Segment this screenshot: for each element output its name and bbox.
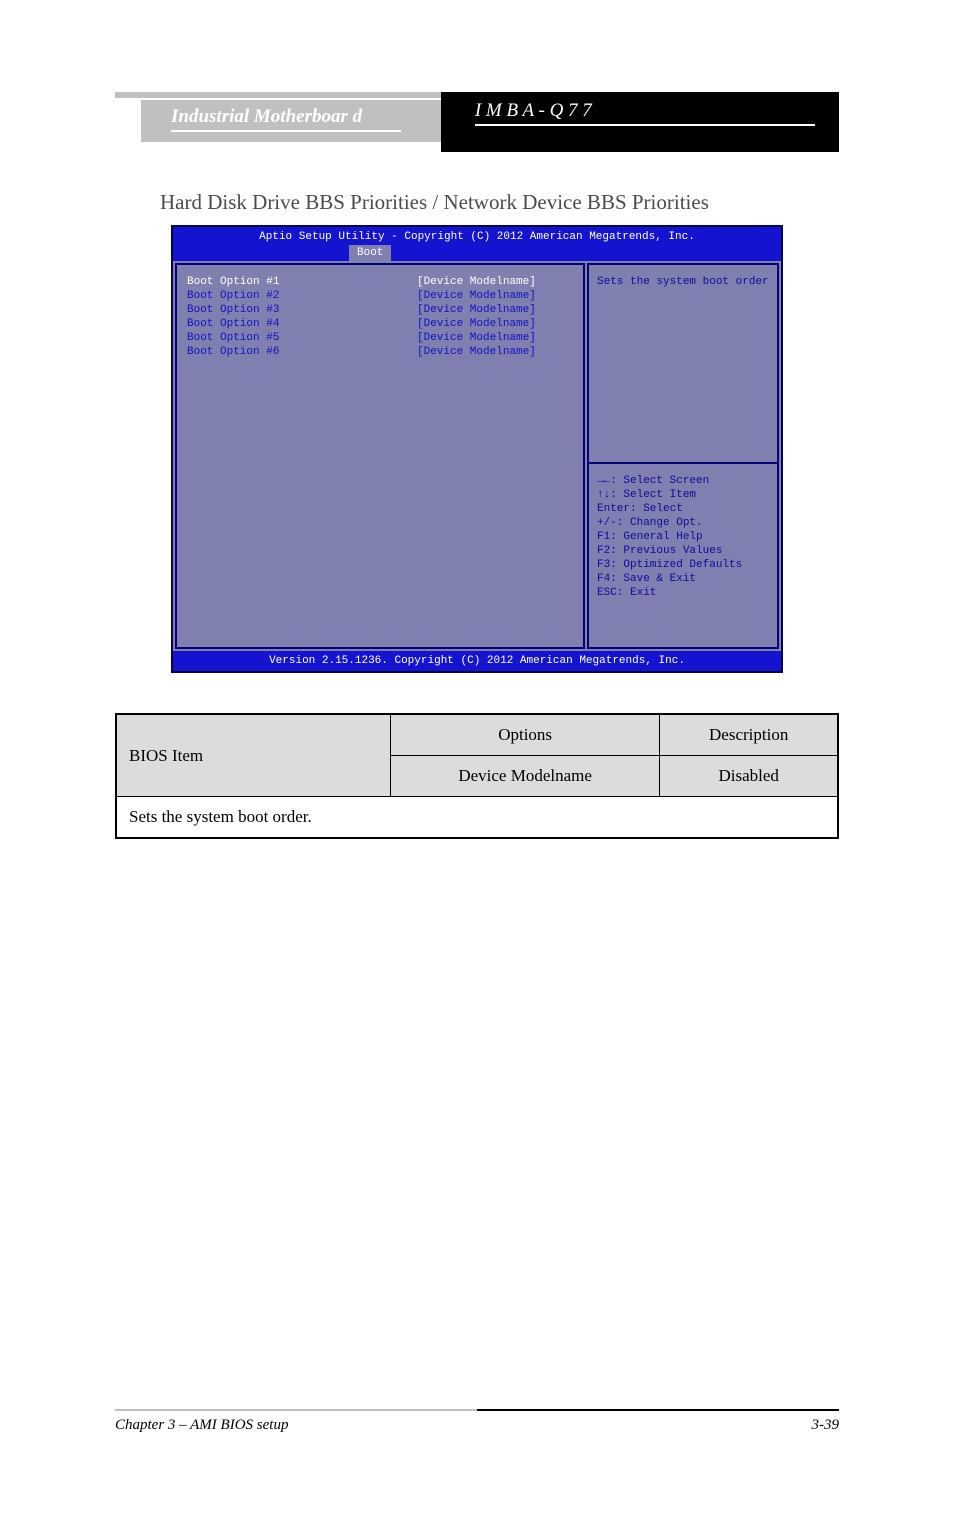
boot-option-label: Boot Option #4 xyxy=(187,317,417,331)
boot-option-row[interactable]: Boot Option #6 [Device Modelname] xyxy=(187,345,579,359)
bios-help-desc: Sets the system boot order xyxy=(597,276,769,288)
bios-footer: Version 2.15.1236. Copyright (C) 2012 Am… xyxy=(173,651,781,671)
bios-header: Aptio Setup Utility - Copyright (C) 2012… xyxy=(173,227,781,245)
td-full-desc: Sets the system boot order. xyxy=(116,797,838,839)
boot-option-value: [Device Modelname] xyxy=(417,303,536,317)
banner-subtitle: I M B A - Q 7 7 xyxy=(475,100,839,122)
bios-tab-bar: Boot xyxy=(173,245,781,261)
key-help-line: ESC: Exit xyxy=(597,586,771,600)
key-help-line: ↑↓: Select Item xyxy=(597,488,771,502)
boot-option-row[interactable]: Boot Option #1 [Device Modelname] xyxy=(187,275,579,289)
key-help-line: F2: Previous Values xyxy=(597,544,771,558)
page-footer: Chapter 3 – AMI BIOS setup 3-39 xyxy=(0,1409,954,1434)
key-help-line: F4: Save & Exit xyxy=(597,572,771,586)
boot-option-row[interactable]: Boot Option #4 [Device Modelname] xyxy=(187,317,579,331)
key-help-line: F1: General Help xyxy=(597,530,771,544)
boot-option-label: Boot Option #1 xyxy=(187,275,417,289)
boot-option-label: Boot Option #5 xyxy=(187,331,417,345)
banner-right: I M B A - Q 7 7 xyxy=(441,92,839,152)
section-title: Hard Disk Drive BBS Priorities / Network… xyxy=(160,190,954,215)
th-options: Options xyxy=(390,714,660,756)
boot-option-value: [Device Modelname] xyxy=(417,331,536,345)
boot-option-row[interactable]: Boot Option #2 [Device Modelname] xyxy=(187,289,579,303)
bios-setup-screenshot: Aptio Setup Utility - Copyright (C) 2012… xyxy=(171,225,783,673)
bios-options-table: BIOS ItemOptionsDescriptionDevice Modeln… xyxy=(115,713,839,839)
bios-options-pane[interactable]: Boot Option #1 [Device Modelname] Boot O… xyxy=(175,263,585,649)
key-help-line: →←: Select Screen xyxy=(597,474,771,488)
banner-subtitle-underline xyxy=(475,124,815,126)
key-help-line: +/-: Change Opt. xyxy=(597,516,771,530)
banner-title: Industrial Motherboar d xyxy=(171,106,441,128)
banner-title-underline xyxy=(171,130,401,132)
boot-option-label: Boot Option #3 xyxy=(187,303,417,317)
bios-key-help: →←: Select Screen ↑↓: Select Item Enter:… xyxy=(589,464,777,647)
td-option-desc: Disabled xyxy=(660,756,838,797)
footer-right: 3-39 xyxy=(812,1417,840,1434)
boot-option-value: [Device Modelname] xyxy=(417,317,536,331)
boot-option-row[interactable]: Boot Option #5 [Device Modelname] xyxy=(187,331,579,345)
key-help-line: Enter: Select xyxy=(597,502,771,516)
boot-option-label: Boot Option #6 xyxy=(187,345,417,359)
boot-option-value: [Device Modelname] xyxy=(417,275,536,289)
banner-left: Industrial Motherboar d xyxy=(115,92,441,152)
boot-option-value: [Device Modelname] xyxy=(417,345,536,359)
page-banner: I M B A - Q 7 7 Industrial Motherboar d xyxy=(115,92,839,152)
th-bios-item: BIOS Item xyxy=(116,714,390,797)
boot-option-label: Boot Option #2 xyxy=(187,289,417,303)
td-option-value: Device Modelname xyxy=(390,756,660,797)
bios-help-pane: Sets the system boot order →←: Select Sc… xyxy=(587,263,779,649)
key-help-line: F3: Optimized Defaults xyxy=(597,558,771,572)
th-description: Description xyxy=(660,714,838,756)
footer-left: Chapter 3 – AMI BIOS setup xyxy=(115,1417,288,1434)
boot-option-value: [Device Modelname] xyxy=(417,289,536,303)
bios-tab-boot[interactable]: Boot xyxy=(349,245,391,261)
boot-option-row[interactable]: Boot Option #3 [Device Modelname] xyxy=(187,303,579,317)
